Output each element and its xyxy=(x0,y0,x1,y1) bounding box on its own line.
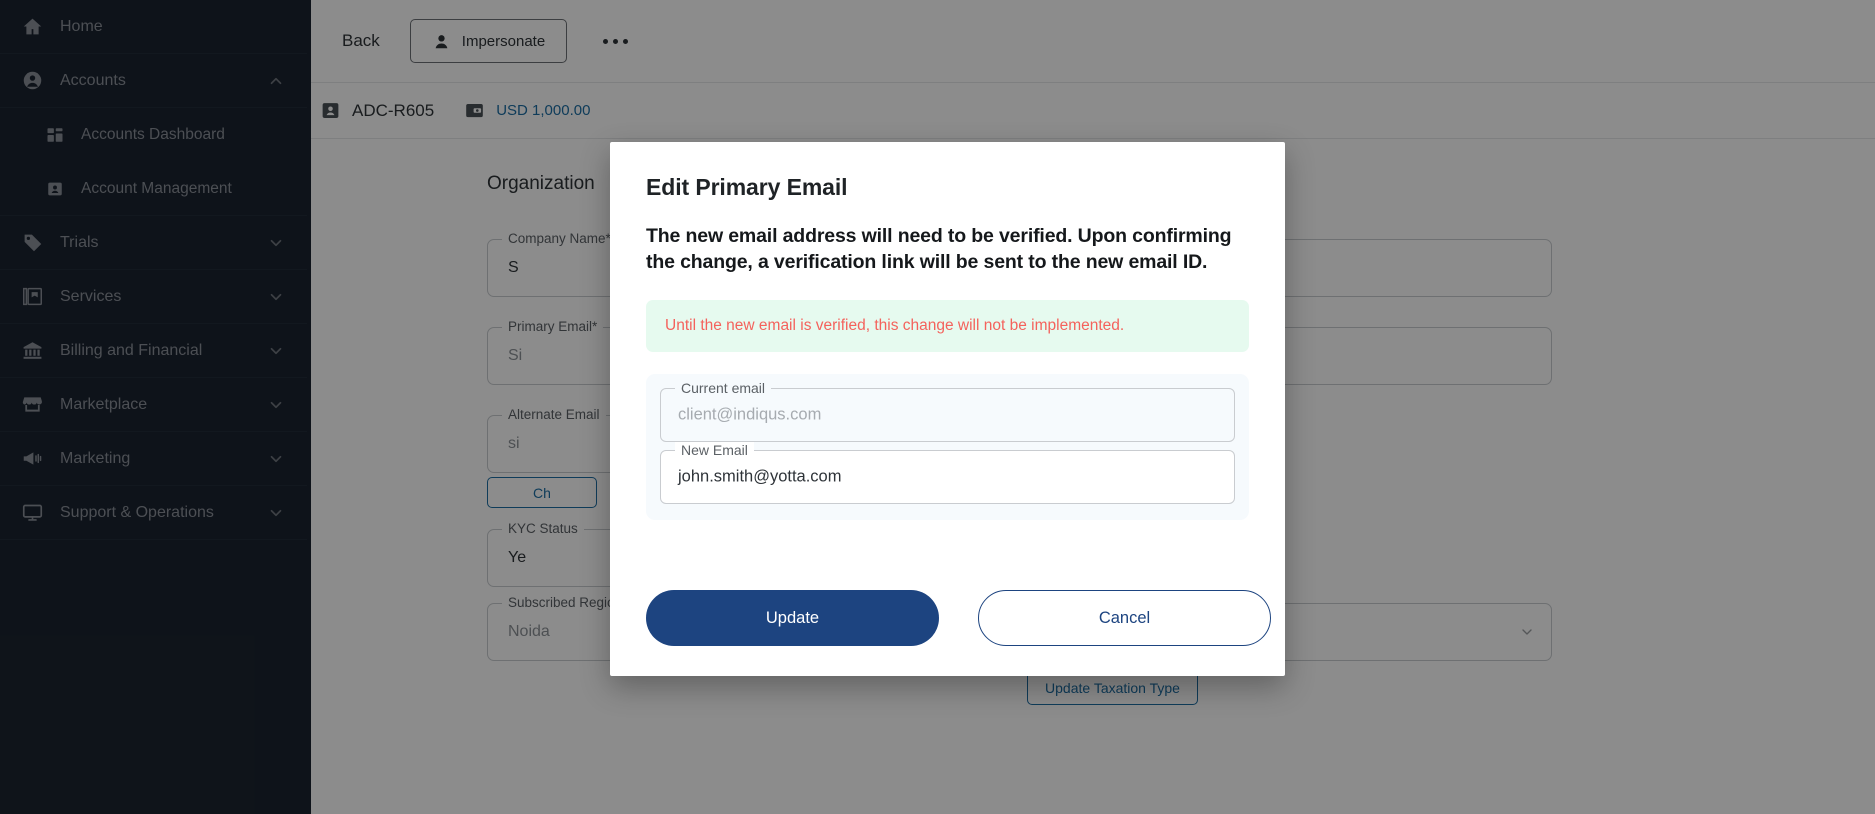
current-email-label: Current email xyxy=(675,380,772,397)
verification-warning-banner: Until the new email is verified, this ch… xyxy=(646,300,1249,353)
dialog-actions: Update Cancel xyxy=(646,590,1271,646)
dialog-title: Edit Primary Email xyxy=(646,174,848,200)
update-button[interactable]: Update xyxy=(646,590,939,646)
new-email-value: john.smith@yotta.com xyxy=(678,467,842,486)
cancel-button[interactable]: Cancel xyxy=(978,590,1271,646)
new-email-field[interactable]: New Email john.smith@yotta.com xyxy=(660,442,1235,505)
new-email-label: New Email xyxy=(675,442,754,459)
email-fields-group: Current email client@indiqus.com New Ema… xyxy=(646,374,1249,521)
dialog-description: The new email address will need to be ve… xyxy=(646,225,1232,273)
current-email-value: client@indiqus.com xyxy=(678,405,822,424)
app-root: Home Accounts Accounts Dashboard Account… xyxy=(0,0,1875,814)
edit-primary-email-dialog: Edit Primary Email The new email address… xyxy=(610,142,1285,676)
current-email-field: Current email client@indiqus.com xyxy=(660,380,1235,443)
